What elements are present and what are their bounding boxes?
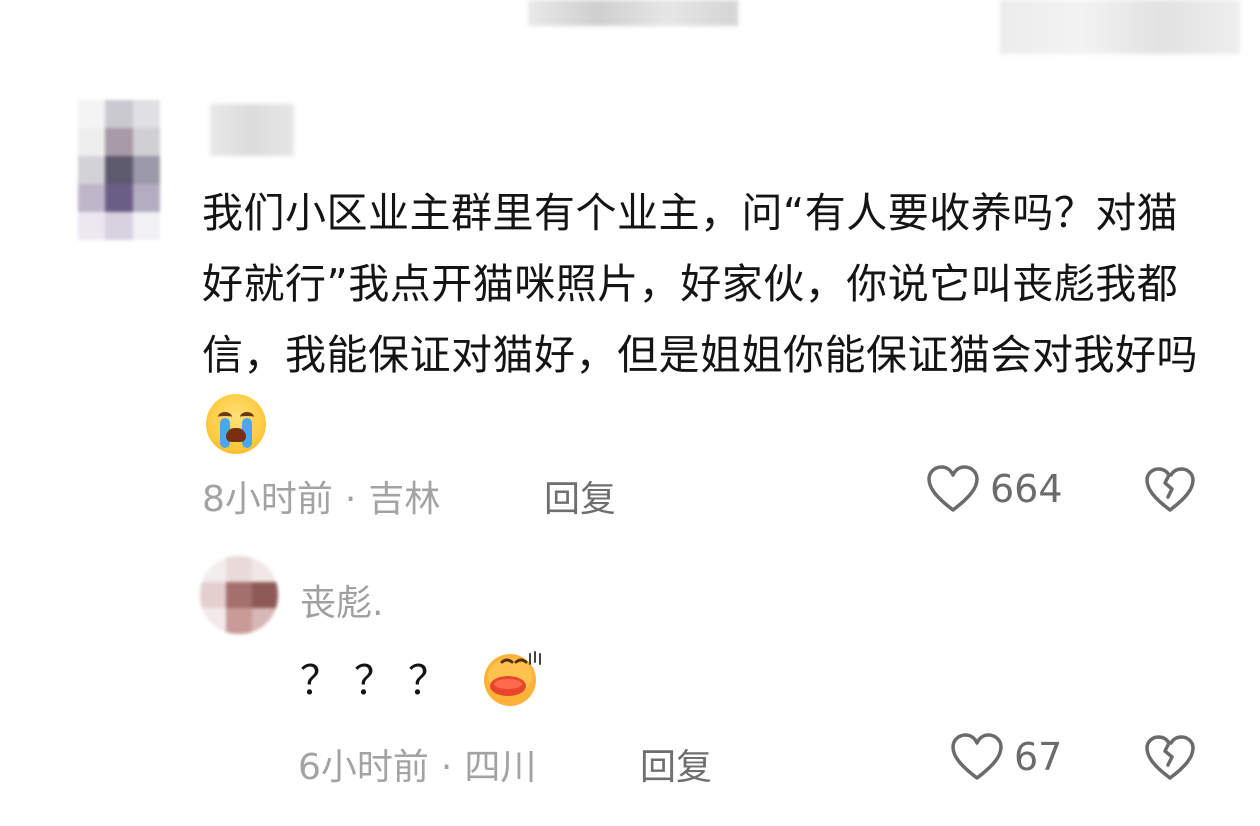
comment-time: 8小时前 — [202, 479, 333, 520]
reply-text: ？？？ — [300, 648, 544, 706]
reply-reply-button[interactable]: 回复 — [640, 738, 712, 790]
username-blurred[interactable] — [210, 104, 294, 156]
reply-location: 四川 — [464, 747, 537, 788]
reply-avatar[interactable] — [200, 556, 278, 634]
reply-button[interactable]: 回复 — [544, 470, 616, 522]
like-button[interactable]: 664 — [926, 464, 1063, 514]
comment-text: 我们小区业主群里有个业主，问“有人要收养吗？对猫好就行”我点开猫咪照片，好家伙，… — [202, 178, 1212, 462]
blurred-header-right — [1000, 0, 1240, 54]
reply-like-count: 67 — [1014, 735, 1063, 779]
meta-separator: · — [440, 747, 453, 788]
blurred-header-left — [528, 0, 738, 26]
meta-separator: · — [344, 479, 357, 520]
comment-body: 我们小区业主群里有个业主，问“有人要收养吗？对猫好就行”我点开猫咪照片，好家伙，… — [202, 189, 1198, 379]
avatar[interactable] — [78, 100, 160, 240]
reply-username[interactable]: 丧彪. — [300, 574, 383, 626]
reply-body: ？？？ — [300, 658, 462, 704]
dislike-button[interactable] — [1144, 466, 1196, 514]
like-count: 664 — [990, 467, 1063, 511]
comment-location: 吉林 — [368, 479, 441, 520]
heart-icon[interactable] — [926, 464, 980, 514]
reply-dislike-button[interactable] — [1144, 734, 1196, 782]
heart-icon[interactable] — [950, 732, 1004, 782]
loudly-crying-face-icon — [206, 394, 266, 454]
reply-time: 6小时前 — [298, 747, 429, 788]
broken-heart-icon[interactable] — [1144, 734, 1196, 782]
comment-meta: 8小时前 · 吉林 — [202, 470, 440, 522]
reply-meta: 6小时前 · 四川 — [298, 738, 536, 790]
broken-heart-icon[interactable] — [1144, 466, 1196, 514]
reply-like-button[interactable]: 67 — [950, 732, 1062, 782]
duck-lips-face-icon — [484, 651, 541, 706]
